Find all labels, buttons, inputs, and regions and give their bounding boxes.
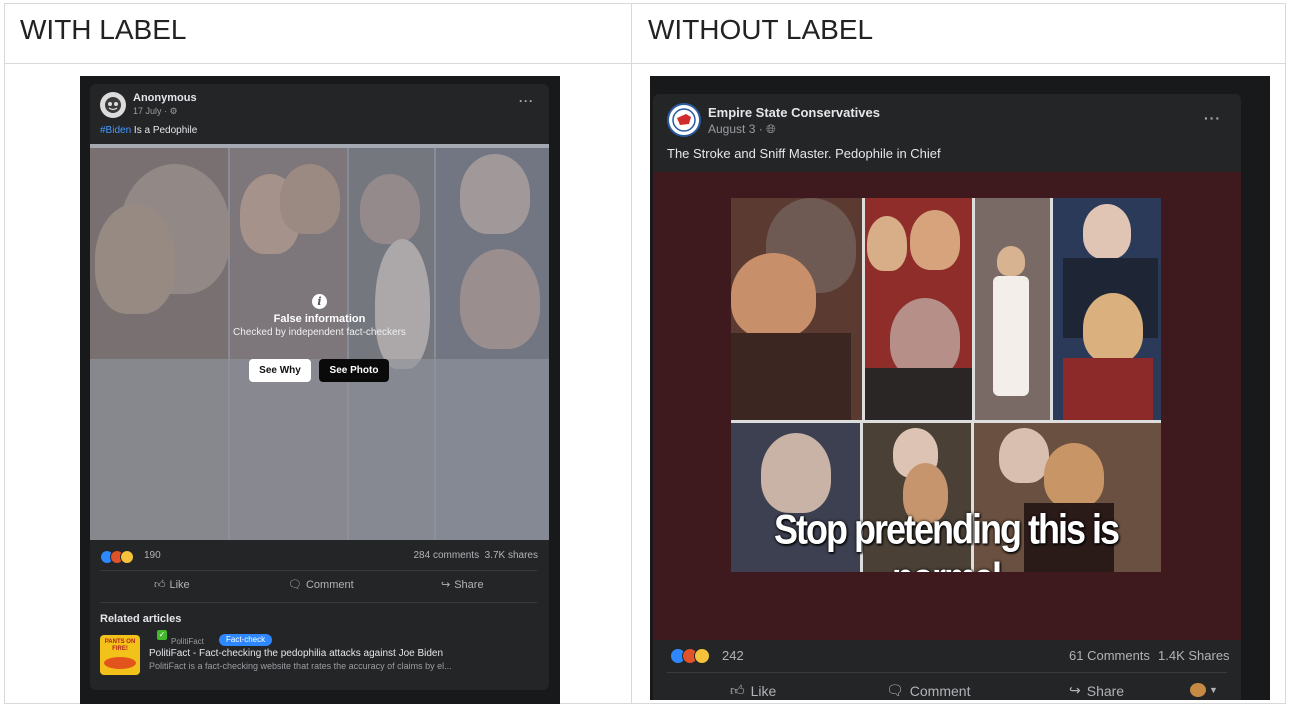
- right-post-card: Empire State Conservatives August 3 · 🌐︎…: [653, 94, 1241, 700]
- post-date[interactable]: August 3: [708, 122, 755, 136]
- header-without-label: WITHOUT LABEL: [648, 14, 874, 45]
- table-header-divider: [4, 63, 1286, 64]
- post-author[interactable]: Empire State Conservatives: [708, 105, 880, 120]
- post-date-row: 17 July · ⚙: [133, 106, 178, 117]
- collage-image: Stop pretending this is normal: [731, 198, 1161, 572]
- shares-count[interactable]: 1.4K Shares: [1158, 648, 1230, 663]
- share-label: Share: [1086, 682, 1125, 699]
- article-description: PolitiFact is a fact-checking website th…: [149, 661, 452, 671]
- reaction-count[interactable]: 242: [722, 648, 744, 663]
- avatar[interactable]: [667, 103, 701, 137]
- fact-check-badge: Fact-check: [219, 634, 273, 646]
- related-articles-heading: Related articles: [100, 613, 182, 625]
- comment-icon: 🗨︎: [886, 682, 904, 698]
- haha-reaction-icon: [120, 550, 134, 564]
- overlay-title: False information: [273, 313, 366, 325]
- left-screenshot: Anonymous 17 July · ⚙ ··· #Biden Is a Pe…: [80, 76, 560, 704]
- collage-tile: [865, 198, 972, 420]
- post-image[interactable]: Stop pretending this is normal: [653, 172, 1241, 640]
- thumbnail-text: PANTS ON FIRE!: [104, 639, 136, 652]
- left-post-card: Anonymous 17 July · ⚙ ··· #Biden Is a Pe…: [90, 84, 549, 690]
- comment-label: Comment: [305, 578, 354, 591]
- post-date[interactable]: 17 July: [133, 106, 162, 116]
- avatar[interactable]: [100, 92, 126, 118]
- dot-separator: ·: [758, 122, 767, 136]
- post-date-row: August 3 · 🌐︎: [708, 122, 776, 137]
- anonymous-mask-icon: [105, 97, 121, 113]
- reaction-count[interactable]: 190: [144, 550, 161, 561]
- like-label: Like: [169, 578, 190, 591]
- header-with-label: WITH LABEL: [20, 14, 187, 45]
- share-icon: ↪: [441, 579, 451, 591]
- like-button[interactable]: 👍︎ Like: [730, 682, 776, 699]
- flame-icon: [104, 657, 136, 669]
- more-options-icon[interactable]: ···: [1204, 110, 1221, 126]
- post-text-body: Is a Pedophile: [131, 125, 198, 136]
- more-options-icon[interactable]: ···: [519, 94, 534, 108]
- globe-icon: 🌐︎: [766, 122, 776, 136]
- like-button[interactable]: 👍︎ Like: [154, 578, 190, 592]
- collage-tile: [731, 198, 862, 420]
- state-seal-icon: [672, 108, 696, 132]
- comments-shares-count[interactable]: 284 comments 3.7K shares: [413, 550, 538, 561]
- comment-button[interactable]: 🗨︎ Comment: [288, 578, 354, 592]
- settings-gear-icon: ⚙: [169, 106, 178, 116]
- divider: [667, 672, 1227, 673]
- share-label: Share: [454, 578, 484, 591]
- overlay-subtitle: Checked by independent fact-checkers: [233, 327, 406, 338]
- share-button[interactable]: ↪ Share: [1069, 682, 1124, 699]
- post-text: #Biden Is a Pedophile: [100, 125, 197, 136]
- comment-icon: 🗨︎: [288, 579, 302, 591]
- divider: [100, 602, 537, 603]
- like-label: Like: [750, 682, 777, 699]
- info-icon: i: [312, 294, 327, 309]
- wow-reaction-icon: [694, 648, 710, 664]
- post-author[interactable]: Anonymous: [133, 92, 197, 104]
- table-column-divider: [631, 3, 632, 704]
- thumbs-up-icon: 👍︎: [730, 682, 745, 698]
- verified-check-icon: ✓: [157, 630, 167, 640]
- post-text: The Stroke and Sniff Master. Pedophile i…: [667, 146, 941, 161]
- thumbs-up-icon: 👍︎: [154, 579, 166, 591]
- comment-button[interactable]: 🗨︎ Comment: [886, 682, 970, 699]
- share-button[interactable]: ↪ Share: [441, 578, 484, 592]
- divider: [100, 570, 537, 571]
- chevron-down-icon[interactable]: ▼: [1209, 685, 1218, 695]
- article-title[interactable]: PolitiFact - Fact-checking the pedophili…: [149, 648, 443, 659]
- collage-tile: [1053, 198, 1161, 420]
- hashtag-link[interactable]: #Biden: [100, 125, 131, 136]
- share-icon: ↪: [1069, 682, 1081, 698]
- image-caption: Stop pretending this is normal: [773, 505, 1120, 572]
- comments-count[interactable]: 61 Comments: [1069, 648, 1150, 663]
- article-source: PolitiFact: [171, 637, 204, 646]
- blur-overlay: [90, 144, 549, 540]
- blurred-photo[interactable]: i False information Checked by independe…: [90, 144, 549, 540]
- politifact-thumbnail[interactable]: PANTS ON FIRE!: [100, 635, 140, 675]
- see-photo-button[interactable]: See Photo: [319, 359, 389, 382]
- see-why-button[interactable]: See Why: [249, 359, 311, 382]
- collage-tile: [975, 198, 1050, 420]
- comment-label: Comment: [909, 682, 971, 699]
- page-avatar-icon[interactable]: [1190, 683, 1206, 697]
- right-screenshot: Empire State Conservatives August 3 · 🌐︎…: [650, 76, 1270, 700]
